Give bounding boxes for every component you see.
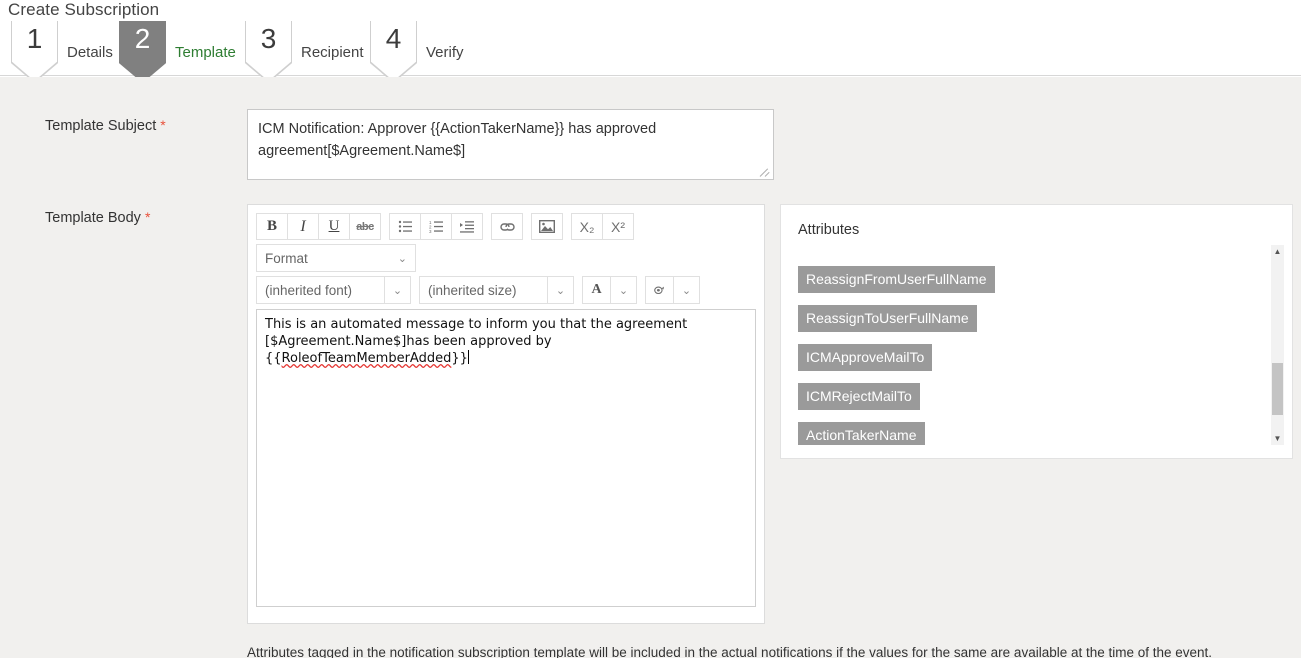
attributes-scroll-viewport: Placeholder ReassignFromUserFullName Rea… — [798, 245, 1276, 445]
svg-text:3: 3 — [429, 229, 432, 233]
font-select-value: (inherited font) — [256, 276, 385, 304]
scroll-down-arrow-icon[interactable]: ▼ — [1271, 432, 1284, 445]
scroll-up-arrow-icon[interactable]: ▲ — [1271, 245, 1284, 258]
attribute-tag[interactable]: ICMApproveMailTo — [798, 344, 932, 371]
numbered-list-icon[interactable]: 1 2 3 — [420, 213, 452, 240]
body-spellchecked-token: RoleofTeamMemberAdded — [282, 351, 452, 366]
wizard-step-details[interactable]: 1 Details — [11, 28, 113, 76]
attribute-row: Placeholder — [798, 245, 995, 266]
attribute-row: ICMApproveMailTo — [798, 344, 995, 383]
font-select[interactable]: (inherited font) ⌄ — [256, 276, 411, 304]
rich-text-editor: B I U abc 1 — [247, 204, 765, 624]
template-subject-label-text: Template Subject — [45, 118, 156, 134]
text-color-icon: A — [582, 276, 611, 304]
template-subject-input[interactable] — [247, 109, 774, 180]
helper-note-line-1: Attributes tagged in the notification su… — [247, 641, 1293, 658]
text-color-chevron-down-icon[interactable]: ⌄ — [610, 276, 637, 304]
background-color-picker[interactable]: ⌄ — [645, 276, 700, 304]
text-style-group: B I U abc — [256, 213, 381, 240]
chevron-down-icon: ⌄ — [398, 252, 407, 265]
step-3-badge[interactable]: 3 — [245, 21, 292, 83]
wizard-step-verify-label: Verify — [426, 44, 464, 61]
wizard-steps-bar: 1 Details 2 Template 3 Recipient — [0, 28, 1301, 76]
wizard-step-template-label: Template — [175, 44, 236, 61]
wizard-step-template[interactable]: 2 Template — [119, 28, 236, 76]
wizard-step-details-label: Details — [67, 44, 113, 61]
attributes-helper-note: Attributes tagged in the notification su… — [247, 641, 1293, 658]
attribute-tag[interactable]: ReassignFromUserFullName — [798, 266, 995, 293]
size-select[interactable]: (inherited size) ⌄ — [419, 276, 574, 304]
attributes-scrollbar[interactable]: ▲ ▼ — [1271, 245, 1284, 445]
step-2-number: 2 — [120, 21, 165, 81]
body-text-after: }} — [451, 351, 468, 366]
text-caret — [468, 350, 469, 364]
template-body-label: Template Body * — [45, 209, 150, 226]
attribute-tag[interactable]: ReassignToUserFullName — [798, 305, 977, 332]
background-color-icon — [645, 276, 674, 304]
attribute-tag[interactable]: ICMRejectMailTo — [798, 383, 920, 410]
template-body-label-text: Template Body — [45, 210, 141, 226]
text-color-picker[interactable]: A ⌄ — [582, 276, 637, 304]
attributes-panel: Attributes Placeholder ReassignFromUserF… — [780, 204, 1293, 459]
strikethrough-icon[interactable]: abc — [349, 213, 381, 240]
size-chevron-down-icon[interactable]: ⌄ — [547, 276, 574, 304]
scrollbar-thumb[interactable] — [1272, 363, 1283, 415]
attributes-panel-title: Attributes — [798, 222, 859, 238]
editor-toolbar-row-2: Format ⌄ — [256, 244, 756, 272]
editor-toolbar-row-3: (inherited font) ⌄ (inherited size) ⌄ A … — [256, 276, 756, 304]
bold-icon[interactable]: B — [256, 213, 288, 240]
template-body-editable-area[interactable]: This is an automated message to inform y… — [256, 309, 756, 607]
step-4-badge[interactable]: 4 — [370, 21, 417, 83]
step-1-number: 1 — [12, 21, 57, 81]
script-group: X₂ X² — [571, 213, 634, 240]
font-chevron-down-icon[interactable]: ⌄ — [384, 276, 411, 304]
step-3-number: 3 — [246, 21, 291, 81]
attribute-tag[interactable]: ActionTakerName — [798, 422, 925, 445]
attribute-row: ICMRejectMailTo — [798, 383, 995, 422]
bulleted-list-icon[interactable] — [389, 213, 421, 240]
link-icon[interactable] — [491, 213, 523, 240]
attributes-list: Placeholder ReassignFromUserFullName Rea… — [798, 245, 995, 445]
size-select-value: (inherited size) — [419, 276, 548, 304]
image-group — [531, 213, 563, 240]
template-body-required-marker: * — [145, 209, 150, 225]
step-4-number: 4 — [371, 21, 416, 81]
editor-toolbar-row-1: B I U abc 1 — [256, 213, 756, 240]
wizard-step-recipient-label: Recipient — [301, 44, 364, 61]
template-subject-required-marker: * — [160, 117, 165, 133]
underline-icon[interactable]: U — [318, 213, 350, 240]
italic-icon[interactable]: I — [287, 213, 319, 240]
attribute-row: ActionTakerName — [798, 422, 995, 445]
attribute-row: ReassignFromUserFullName — [798, 266, 995, 305]
step-1-badge[interactable]: 1 — [11, 21, 58, 83]
subscript-icon[interactable]: X₂ — [571, 213, 603, 240]
form-content-area: Template Subject * Template Body * B I U… — [0, 77, 1301, 658]
wizard-step-recipient[interactable]: 3 Recipient — [245, 28, 364, 76]
format-select[interactable]: Format ⌄ — [256, 244, 416, 272]
attribute-row: ReassignToUserFullName — [798, 305, 995, 344]
template-subject-label: Template Subject * — [45, 117, 166, 134]
image-icon[interactable] — [531, 213, 563, 240]
step-2-badge[interactable]: 2 — [119, 21, 166, 83]
page-title: Create Subscription — [8, 0, 159, 20]
wizard-step-verify[interactable]: 4 Verify — [370, 28, 464, 76]
background-color-chevron-down-icon[interactable]: ⌄ — [673, 276, 700, 304]
superscript-icon[interactable]: X² — [602, 213, 634, 240]
create-subscription-page: Create Subscription 1 Details 2 Template — [0, 0, 1301, 658]
link-group — [491, 213, 523, 240]
format-select-value: Format — [265, 251, 308, 266]
increase-indent-icon[interactable] — [451, 213, 483, 240]
list-group: 1 2 3 — [389, 213, 483, 240]
